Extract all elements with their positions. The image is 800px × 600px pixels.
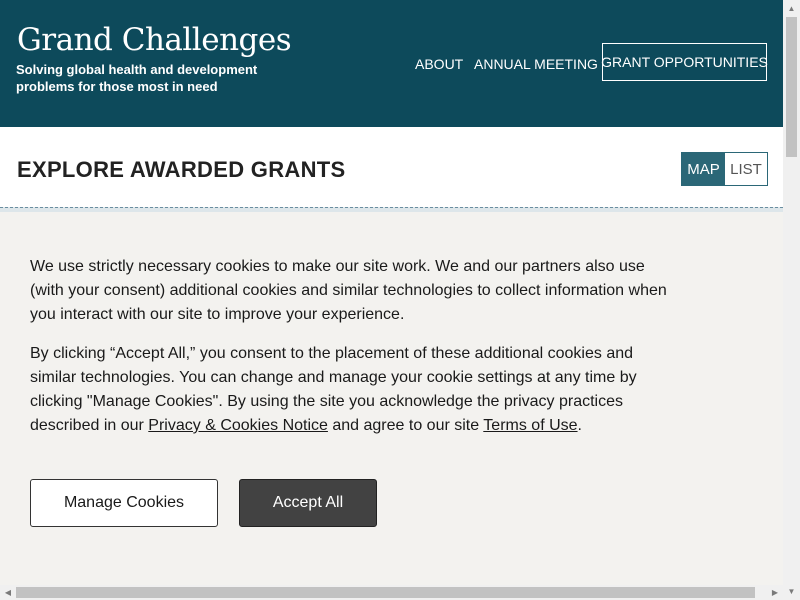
cookie-consent-text-middle: and agree to our site xyxy=(327,417,484,434)
map-view-button[interactable]: MAP xyxy=(682,153,725,185)
nav-annual-meeting-link[interactable]: ANNUAL MEETING xyxy=(474,56,598,72)
cookie-text-consent: By clicking “Accept All,” you consent to… xyxy=(30,342,680,438)
explore-title: EXPLORE AWARDED GRANTS xyxy=(17,157,346,182)
list-view-button[interactable]: LIST xyxy=(725,153,767,185)
vertical-scrollbar[interactable]: ▲ ▼ xyxy=(783,0,800,600)
scroll-right-icon[interactable]: ▶ xyxy=(767,585,783,600)
nav-about-link[interactable]: ABOUT xyxy=(415,56,463,72)
vertical-scroll-thumb[interactable] xyxy=(786,17,797,157)
explore-bar: EXPLORE AWARDED GRANTS MAP LIST xyxy=(0,127,783,207)
view-toggle: MAP LIST xyxy=(681,152,768,186)
nav-grant-opportunities-button[interactable]: GRANT OPPORTUNITIES xyxy=(601,43,768,81)
horizontal-scroll-thumb[interactable] xyxy=(16,587,755,598)
scroll-down-icon[interactable]: ▼ xyxy=(783,583,800,600)
cookie-banner: We use strictly necessary cookies to mak… xyxy=(0,212,783,600)
scroll-left-icon[interactable]: ◀ xyxy=(0,585,16,600)
scroll-up-icon[interactable]: ▲ xyxy=(783,0,800,17)
horizontal-scrollbar[interactable]: ◀ ▶ xyxy=(0,585,783,600)
privacy-cookies-notice-link[interactable]: Privacy & Cookies Notice xyxy=(148,417,328,434)
page: Grand Challenges Solving global health a… xyxy=(0,0,783,600)
cookie-consent-text-end: . xyxy=(577,417,582,434)
site-tagline: Solving global health and development pr… xyxy=(16,62,258,94)
accept-all-button[interactable]: Accept All xyxy=(239,479,377,527)
terms-of-use-link[interactable]: Terms of Use xyxy=(483,417,577,434)
site-header: Grand Challenges Solving global health a… xyxy=(0,0,783,127)
cookie-text-intro: We use strictly necessary cookies to mak… xyxy=(30,258,667,323)
manage-cookies-button[interactable]: Manage Cookies xyxy=(30,479,218,527)
site-title[interactable]: Grand Challenges xyxy=(17,22,292,58)
